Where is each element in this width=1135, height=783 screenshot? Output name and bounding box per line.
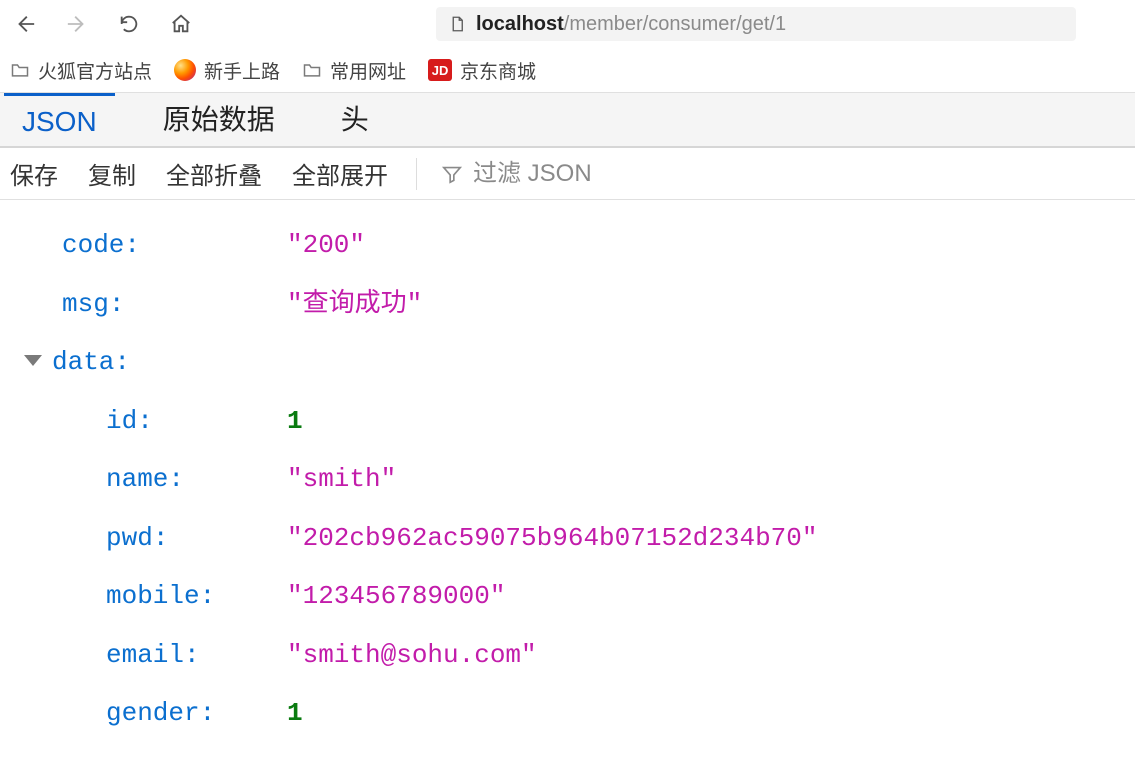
bookmark-getting-started[interactable]: 新手上路 — [174, 57, 280, 84]
save-button[interactable]: 保存 — [6, 152, 62, 195]
home-button[interactable] — [164, 7, 198, 41]
reload-icon — [118, 13, 140, 35]
json-value-string: "smith" — [287, 450, 396, 509]
filter-input[interactable] — [471, 159, 731, 189]
bookmark-label: 新手上路 — [204, 57, 280, 84]
folder-icon — [302, 60, 322, 80]
json-key: mobile — [106, 581, 200, 611]
json-row-mobile[interactable]: mobile: "123456789000" — [10, 567, 1125, 626]
json-key: id — [106, 406, 137, 436]
bookmark-common-sites[interactable]: 常用网址 — [302, 57, 406, 84]
json-row-data[interactable]: data: — [10, 333, 1125, 392]
chevron-down-icon[interactable] — [24, 355, 42, 366]
json-key: name — [106, 464, 168, 494]
json-row-pwd[interactable]: pwd: "202cb962ac59075b964b07152d234b70" — [10, 509, 1125, 568]
bookmark-jd[interactable]: JD 京东商城 — [428, 57, 536, 84]
json-key: msg — [62, 289, 109, 319]
bookmark-label: 常用网址 — [330, 57, 406, 84]
url-path: /member/consumer/get/1 — [564, 13, 786, 36]
json-value-string: "200" — [287, 216, 365, 275]
address-bar[interactable]: localhost/member/consumer/get/1 — [436, 7, 1076, 41]
colon: : — [200, 581, 216, 611]
browser-toolbar: localhost/member/consumer/get/1 — [0, 0, 1135, 48]
arrow-right-icon — [66, 13, 88, 35]
json-row-name[interactable]: name: "smith" — [10, 450, 1125, 509]
view-tabs: JSON 原始数据 头 — [0, 92, 1135, 148]
action-bar: 保存 复制 全部折叠 全部展开 — [0, 148, 1135, 200]
json-value-number: 1 — [287, 684, 303, 743]
json-row-msg[interactable]: msg: "查询成功" — [10, 275, 1125, 334]
colon: : — [109, 289, 125, 319]
json-key: data — [52, 347, 114, 377]
json-row-code[interactable]: code: "200" — [10, 216, 1125, 275]
filter-icon — [441, 163, 463, 185]
jd-icon: JD — [428, 59, 452, 81]
bookmark-label: 火狐官方站点 — [38, 57, 152, 84]
colon: : — [137, 406, 153, 436]
json-row-gender[interactable]: gender: 1 — [10, 684, 1125, 743]
colon: : — [124, 230, 140, 260]
tab-raw[interactable]: 原始数据 — [145, 85, 293, 146]
json-value-number: 1 — [287, 392, 303, 451]
json-row-email[interactable]: email: "smith@sohu.com" — [10, 626, 1125, 685]
colon: : — [200, 698, 216, 728]
json-value-string: "123456789000" — [287, 567, 505, 626]
json-key: email — [106, 640, 184, 670]
arrow-left-icon — [14, 13, 36, 35]
colon: : — [168, 464, 184, 494]
collapse-all-button[interactable]: 全部折叠 — [162, 152, 266, 195]
json-value-string: "查询成功" — [287, 275, 422, 334]
colon: : — [114, 347, 130, 377]
back-button[interactable] — [8, 7, 42, 41]
url-host: localhost — [476, 13, 564, 36]
expand-all-button[interactable]: 全部展开 — [288, 152, 392, 195]
json-key: pwd — [106, 523, 153, 553]
colon: : — [184, 640, 200, 670]
bookmark-label: 京东商城 — [460, 57, 536, 84]
tab-headers[interactable]: 头 — [323, 85, 387, 146]
forward-button[interactable] — [60, 7, 94, 41]
folder-icon — [10, 60, 30, 80]
copy-button[interactable]: 复制 — [84, 152, 140, 195]
filter-wrap — [441, 159, 731, 189]
firefox-icon — [174, 59, 196, 81]
json-row-id[interactable]: id: 1 — [10, 392, 1125, 451]
json-viewer: code: "200" msg: "查询成功" data: id: 1 name… — [0, 200, 1135, 783]
json-key: gender — [106, 698, 200, 728]
json-key: code — [62, 230, 124, 260]
page-icon — [448, 15, 466, 33]
address-bar-wrap: localhost/member/consumer/get/1 — [436, 7, 1127, 41]
tab-json[interactable]: JSON — [4, 93, 115, 146]
reload-button[interactable] — [112, 7, 146, 41]
home-icon — [170, 12, 192, 36]
json-value-string: "smith@sohu.com" — [287, 626, 537, 685]
bookmark-firefox-official[interactable]: 火狐官方站点 — [10, 57, 152, 84]
colon: : — [153, 523, 169, 553]
separator — [416, 158, 417, 190]
json-value-string: "202cb962ac59075b964b07152d234b70" — [287, 509, 818, 568]
